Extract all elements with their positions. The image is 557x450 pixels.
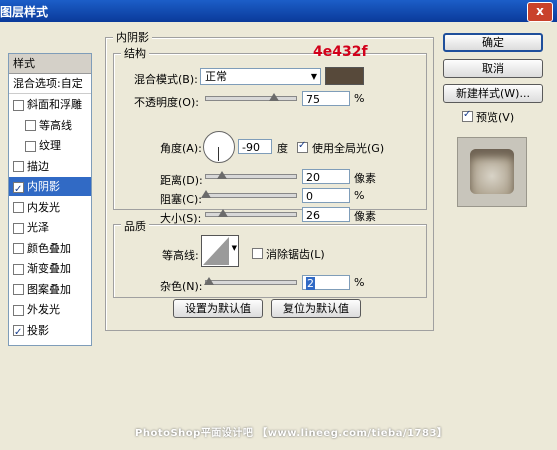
style-item-checkbox[interactable]: [13, 180, 24, 199]
style-item-label: 图案叠加: [27, 282, 71, 296]
style-preview: [457, 137, 527, 207]
angle-dial-needle: [218, 147, 219, 161]
style-list: 样式 混合选项:自定 斜面和浮雕等高线纹理描边内阴影内发光光泽颜色叠加渐变叠加图…: [8, 53, 92, 346]
window-title: 图层样式: [0, 5, 49, 19]
style-item-checkbox[interactable]: [25, 120, 36, 131]
style-item[interactable]: 内发光: [9, 198, 91, 217]
angle-input[interactable]: -90: [238, 139, 272, 154]
noise-input[interactable]: 2: [302, 275, 350, 290]
style-list-header[interactable]: 样式: [9, 54, 91, 74]
noise-percent: %: [354, 276, 365, 289]
reset-default-button[interactable]: 复位为默认值: [271, 299, 361, 318]
choke-input[interactable]: 0: [302, 188, 350, 203]
contour-preview-icon: [203, 237, 229, 265]
style-item-label: 投影: [27, 323, 49, 337]
size-unit: 像素: [354, 210, 376, 223]
chevron-down-icon: ▼: [231, 244, 237, 252]
contour-label: 等高线:: [162, 249, 199, 262]
distance-slider-thumb[interactable]: [217, 171, 227, 179]
style-item-label: 渐变叠加: [27, 262, 71, 275]
angle-degree: 度: [277, 142, 288, 155]
title-bar: 图层样式 x: [0, 0, 557, 22]
global-light-label: 使用全局光(G): [312, 142, 385, 155]
noise-slider-thumb[interactable]: [204, 277, 214, 285]
choke-slider-track[interactable]: [205, 193, 297, 198]
opacity-percent: %: [354, 92, 365, 105]
style-item-label: 颜色叠加: [27, 241, 71, 255]
opacity-slider-track[interactable]: [205, 96, 297, 101]
style-item[interactable]: 颜色叠加: [9, 239, 91, 258]
angle-dial[interactable]: [203, 131, 235, 163]
style-item[interactable]: 内阴影: [9, 177, 91, 199]
preview-checkbox[interactable]: [462, 109, 473, 122]
choke-slider-thumb[interactable]: [201, 190, 211, 198]
noise-label: 杂色(N):: [160, 280, 203, 293]
watermark-text: PhotoShop平面设计吧 【www.lineeg.com/tieba/178…: [135, 428, 448, 439]
style-item-label: 光泽: [27, 221, 49, 234]
style-item-checkbox[interactable]: [25, 140, 36, 152]
angle-label: 角度(A):: [160, 142, 202, 155]
style-item[interactable]: 外发光: [9, 300, 91, 319]
choke-label: 阻塞(C):: [160, 193, 202, 206]
style-item-checkbox[interactable]: [13, 243, 24, 254]
blend-mode-label: 混合模式(B):: [134, 73, 198, 86]
choke-percent: %: [354, 189, 365, 202]
cancel-button[interactable]: 取消: [443, 59, 543, 78]
style-item-checkbox[interactable]: [13, 202, 24, 213]
ok-button[interactable]: 确定: [443, 33, 543, 52]
style-item[interactable]: 纹理: [9, 136, 91, 155]
antialias-label: 消除锯齿(L): [266, 248, 325, 261]
dialog-body: 样式 混合选项:自定 斜面和浮雕等高线纹理描边内阴影内发光光泽颜色叠加渐变叠加图…: [0, 22, 557, 450]
style-item[interactable]: 图案叠加: [9, 280, 91, 299]
size-slider-thumb[interactable]: [218, 209, 228, 217]
inner-shadow-title: 内阴影: [113, 29, 152, 45]
antialias-checkbox[interactable]: [252, 248, 263, 259]
style-item-label: 斜面和浮雕: [27, 98, 82, 111]
quality-title: 品质: [121, 218, 149, 234]
global-light-checkbox[interactable]: [297, 140, 308, 153]
chevron-down-icon: ▼: [310, 72, 317, 81]
make-default-button[interactable]: 设置为默认值: [173, 299, 263, 318]
blend-mode-select[interactable]: 正常 ▼: [200, 68, 321, 85]
style-item-label: 描边: [27, 159, 49, 173]
style-item[interactable]: 投影: [9, 321, 91, 342]
opacity-label: 不透明度(O):: [134, 96, 199, 109]
style-item-checkbox[interactable]: [13, 263, 24, 275]
style-item[interactable]: 渐变叠加: [9, 259, 91, 278]
preview-label: 预览(V): [476, 111, 515, 124]
style-item[interactable]: 等高线: [9, 116, 91, 135]
close-button[interactable]: x: [527, 2, 553, 22]
style-item-label: 内发光: [27, 200, 60, 214]
style-item-checkbox[interactable]: [13, 161, 24, 172]
preview-swatch: [470, 149, 514, 194]
style-item-label: 纹理: [39, 139, 61, 152]
blend-options-item[interactable]: 混合选项:自定: [9, 74, 91, 94]
contour-picker[interactable]: ▼: [201, 235, 239, 267]
color-hex-annotation: 4e432f: [313, 44, 368, 60]
new-style-button[interactable]: 新建样式(W)...: [443, 84, 543, 103]
noise-slider-track[interactable]: [205, 280, 297, 285]
style-item-checkbox[interactable]: [13, 284, 24, 295]
distance-unit: 像素: [354, 172, 376, 185]
style-item[interactable]: 斜面和浮雕: [9, 95, 91, 114]
structure-title: 结构: [121, 45, 149, 61]
style-item-checkbox[interactable]: [13, 222, 24, 234]
size-input[interactable]: 26: [302, 207, 350, 222]
style-item-checkbox[interactable]: [13, 304, 24, 316]
style-item-label: 等高线: [39, 118, 72, 132]
shadow-color-swatch[interactable]: [325, 67, 364, 85]
distance-label: 距离(D):: [160, 174, 203, 187]
style-item-checkbox[interactable]: [13, 323, 24, 342]
opacity-slider-thumb[interactable]: [269, 93, 279, 101]
style-item-checkbox[interactable]: [13, 99, 24, 111]
style-item-label: 内阴影: [27, 180, 60, 193]
style-item-label: 外发光: [27, 303, 60, 316]
style-item[interactable]: 光泽: [9, 218, 91, 237]
style-item[interactable]: 描边: [9, 157, 91, 176]
distance-input[interactable]: 20: [302, 169, 350, 184]
opacity-input[interactable]: 75: [302, 91, 350, 106]
